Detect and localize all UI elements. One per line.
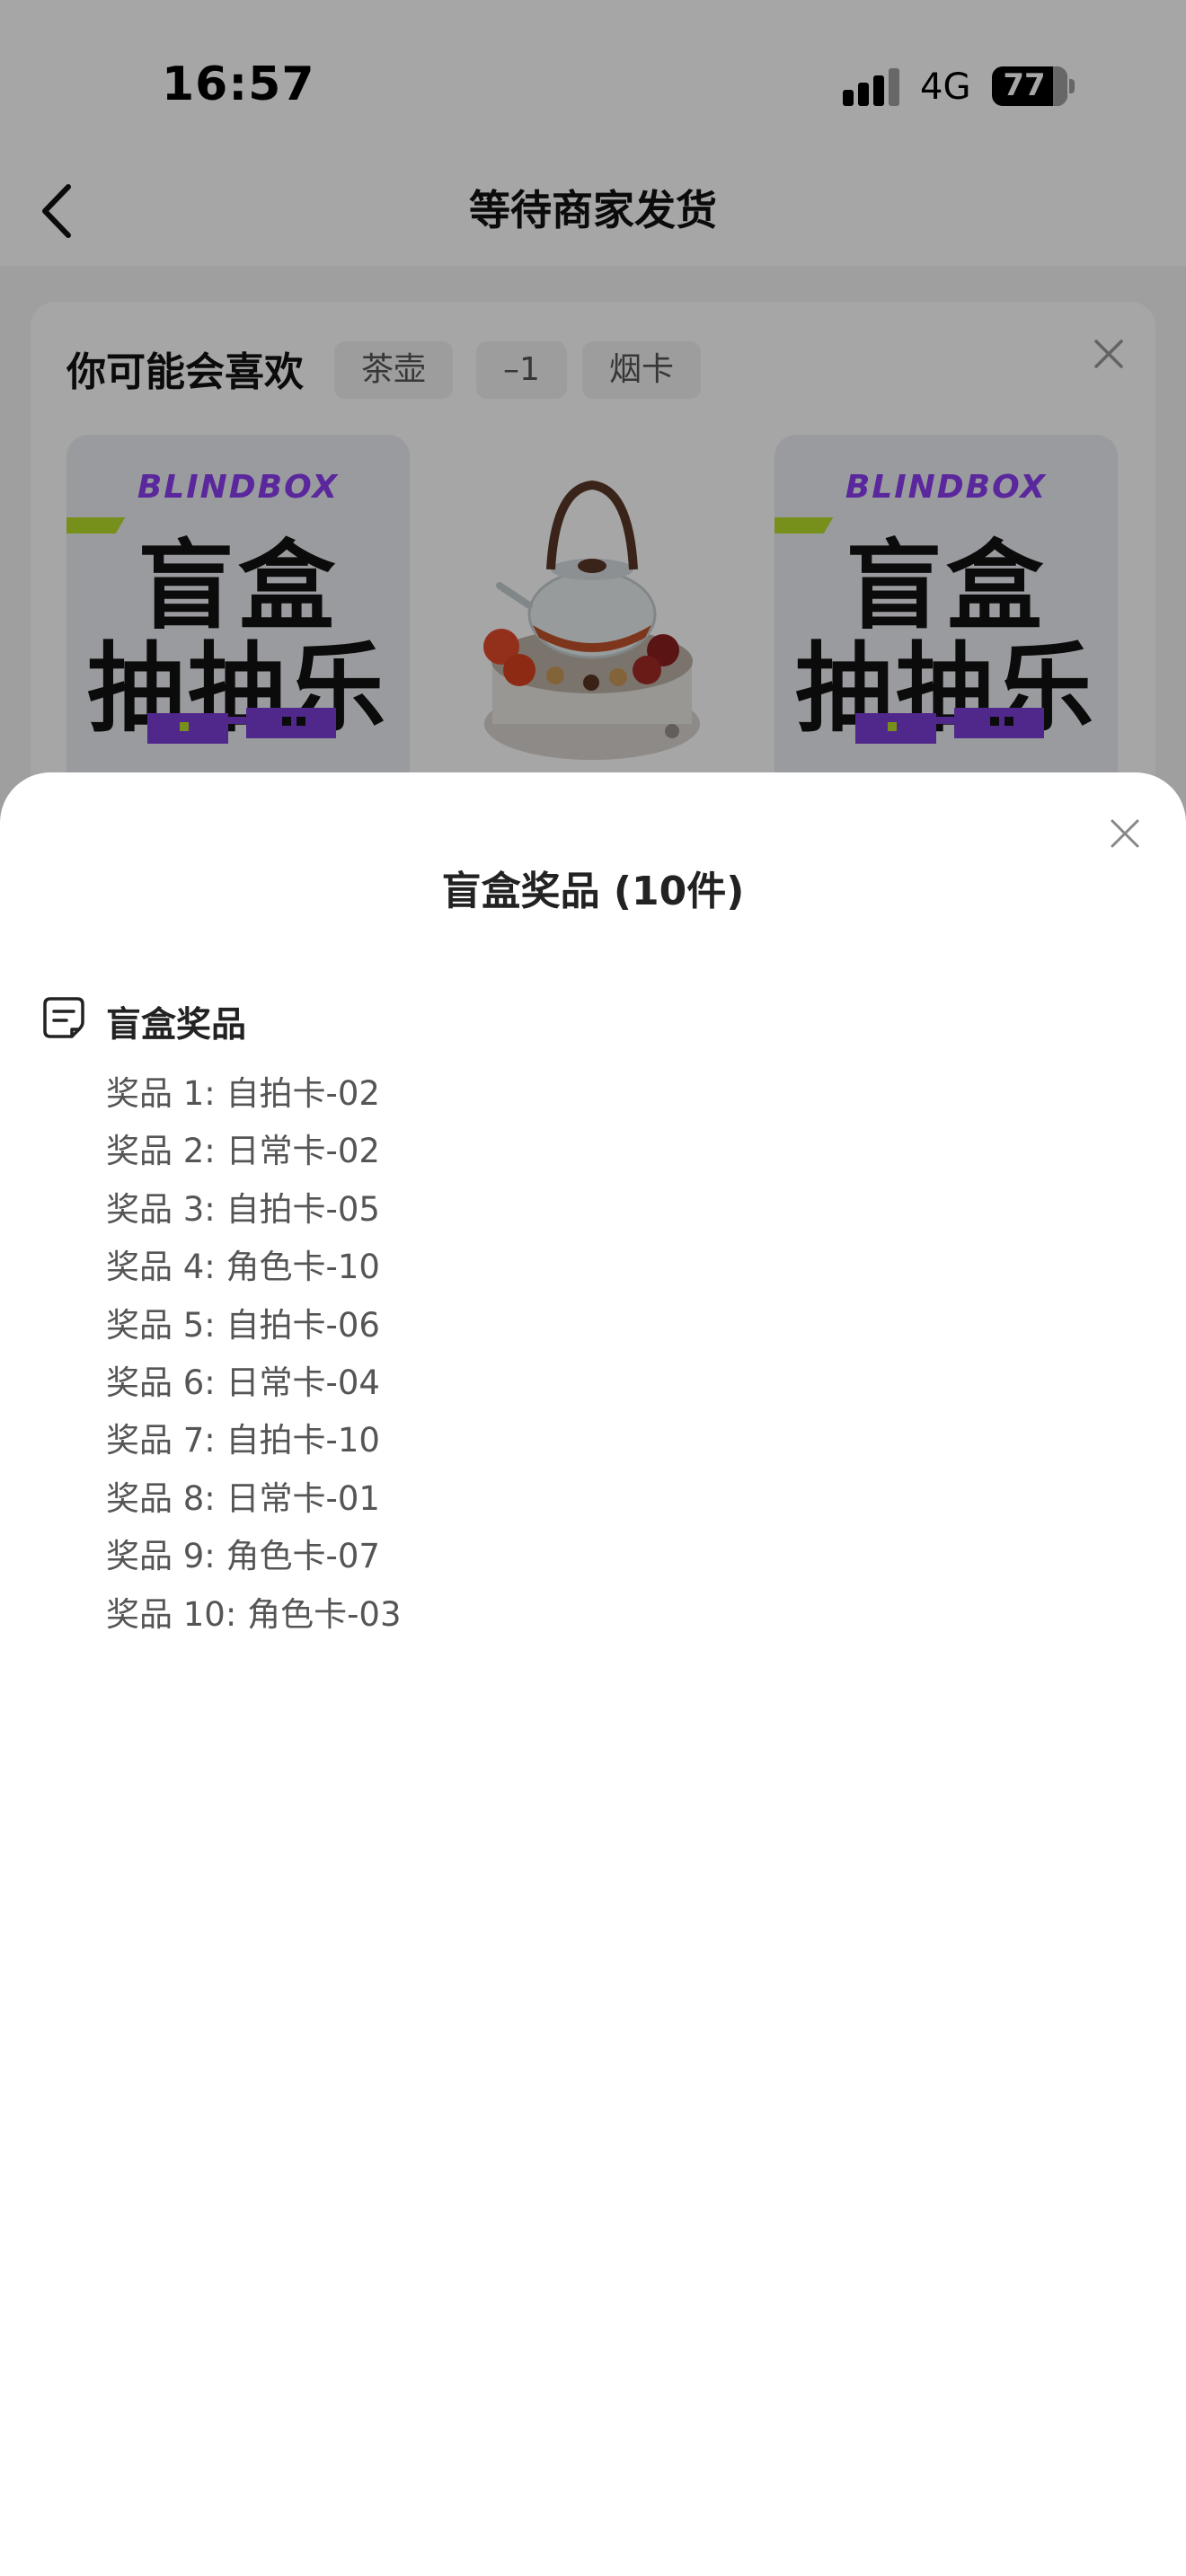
close-icon[interactable] [1107, 816, 1143, 851]
prize-item: 奖品 10: 角色卡-03 [106, 1594, 402, 1634]
prize-bottom-sheet: 盲盒奖品 (10件) 盲盒奖品 奖品 1: 自拍卡-02 奖品 2: 日常卡-0… [0, 772, 1186, 2576]
prize-item: 奖品 2: 日常卡-02 [106, 1132, 380, 1171]
prize-item: 奖品 5: 自拍卡-06 [106, 1305, 380, 1345]
prize-item: 奖品 4: 角色卡-10 [106, 1248, 380, 1287]
prize-item: 奖品 1: 自拍卡-02 [106, 1074, 380, 1113]
section-title: 盲盒奖品 [106, 1005, 247, 1045]
prize-item: 奖品 7: 自拍卡-10 [106, 1421, 380, 1460]
note-icon [43, 997, 84, 1038]
prize-list: 奖品 1: 自拍卡-02 奖品 2: 日常卡-02 奖品 3: 自拍卡-05 奖… [106, 1065, 402, 1644]
prize-item: 奖品 3: 自拍卡-05 [106, 1189, 380, 1229]
sheet-title: 盲盒奖品 (10件) [441, 869, 745, 914]
prize-item: 奖品 6: 日常卡-04 [106, 1363, 380, 1402]
prize-item: 奖品 8: 日常卡-01 [106, 1478, 380, 1518]
prize-item: 奖品 9: 角色卡-07 [106, 1537, 380, 1576]
